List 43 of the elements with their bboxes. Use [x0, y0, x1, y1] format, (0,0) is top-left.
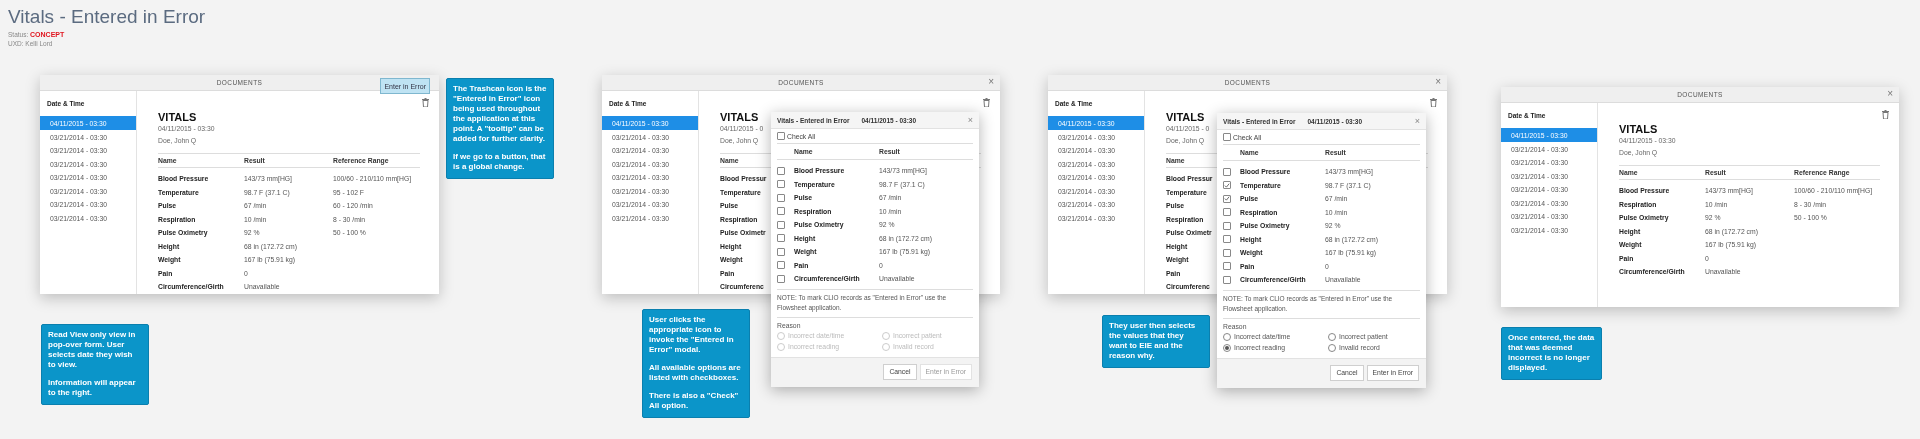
checkbox[interactable] [777, 132, 785, 140]
checkbox[interactable] [777, 247, 785, 256]
checkbox[interactable] [1223, 194, 1231, 203]
checkbox[interactable] [1223, 181, 1231, 190]
trash-icon[interactable] [1882, 110, 1889, 119]
close-button[interactable]: × [967, 115, 973, 125]
checkbox[interactable] [1223, 262, 1231, 271]
note-text: The Trashcan Icon is the "Entered in Error" icon being used throughout the application at this point. A "tooltip" can be added for further clarity. [453, 84, 547, 144]
checkbox[interactable] [777, 261, 785, 270]
trash-icon[interactable] [1430, 98, 1437, 107]
checkbox[interactable] [1223, 235, 1231, 244]
page-title: Vitals - Entered in Error [8, 6, 206, 28]
note-text: Once entered, the data that was deemed incorrect is no longer displayed. [1508, 333, 1595, 373]
record-title: VITALS [158, 111, 197, 123]
close-button[interactable]: × [988, 76, 994, 88]
note-text: Information will appear to the right. [48, 378, 137, 398]
close-button[interactable]: × [1414, 116, 1420, 126]
checkbox[interactable] [1223, 275, 1231, 284]
checkbox[interactable] [777, 193, 785, 202]
trash-icon[interactable] [422, 98, 429, 107]
close-button[interactable]: × [1887, 88, 1893, 100]
note-text: There is also a "Check" All option. [649, 391, 740, 411]
note-text: If we go to a button, that is a global change. [453, 152, 547, 172]
note-text: All available options are listed with checkboxes. [649, 363, 742, 383]
record-title: VITALS [1166, 111, 1205, 123]
checkbox[interactable] [777, 207, 785, 216]
checkbox[interactable] [777, 234, 785, 243]
checkbox[interactable] [777, 166, 785, 175]
note-text: User clicks the appropriate icon to invoke the "Entered in Error" modal. [649, 315, 735, 355]
checkbox[interactable] [777, 274, 785, 283]
note-text: Read View only view in pop-over form. User selects date they wish to view. [48, 330, 137, 370]
trash-icon[interactable] [983, 98, 990, 107]
record-title: VITALS [1619, 123, 1658, 135]
checkbox[interactable] [1223, 221, 1231, 230]
checkbox[interactable] [1223, 208, 1231, 217]
checkbox[interactable] [777, 220, 785, 229]
checkbox[interactable] [1223, 167, 1231, 176]
close-button[interactable]: × [1435, 76, 1441, 88]
record-title: VITALS [720, 111, 759, 123]
checkbox[interactable] [1223, 248, 1231, 257]
note-text: They user then selects the values that they want to EIE and the reason why. [1109, 321, 1197, 361]
checkbox[interactable] [777, 180, 785, 189]
checkbox[interactable] [1223, 133, 1231, 141]
